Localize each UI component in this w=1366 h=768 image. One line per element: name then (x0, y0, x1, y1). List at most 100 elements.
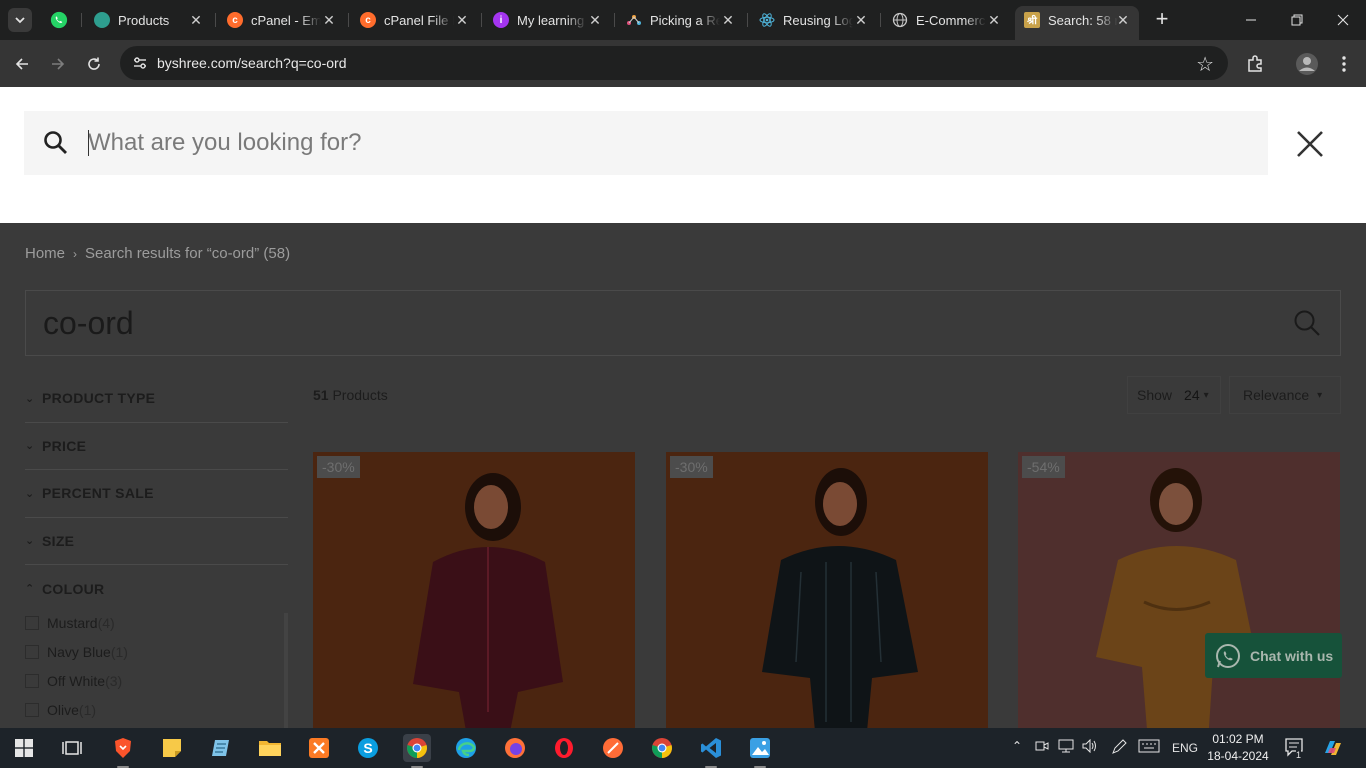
filter-label: COLOUR (42, 580, 105, 597)
minimize-button[interactable] (1228, 0, 1274, 40)
profile-avatar-button[interactable] (1295, 52, 1319, 76)
close-tab-icon[interactable]: ✕ (720, 12, 736, 29)
filter-scrollbar[interactable] (284, 613, 288, 728)
close-tab-icon[interactable]: ✕ (986, 12, 1002, 29)
taskbar-file-explorer[interactable] (256, 734, 284, 762)
colour-option-navy-blue[interactable]: Navy Blue (1) (25, 637, 288, 666)
volume-icon[interactable] (1082, 738, 1098, 756)
chevron-up-icon[interactable]: ⌃ (1012, 739, 1022, 753)
address-bar[interactable]: byshree.com/search?q=co-ord ☆ (120, 46, 1228, 80)
filter-product-type[interactable]: ⌄ PRODUCT TYPE (25, 375, 288, 423)
forward-button[interactable] (44, 50, 72, 78)
keyboard-icon[interactable] (1138, 739, 1160, 756)
close-search-icon[interactable] (1294, 128, 1326, 160)
taskbar-xampp[interactable] (305, 734, 333, 762)
filter-price[interactable]: ⌄ PRICE (25, 423, 288, 470)
tab-search-button[interactable] (8, 8, 32, 32)
react-icon (759, 12, 775, 28)
close-window-button[interactable] (1320, 0, 1366, 40)
chevron-down-icon: ⌄ (25, 440, 35, 453)
tab-search-byshree[interactable]: श्री Search: 58 r ✕ (1015, 6, 1139, 40)
taskbar-edge[interactable] (452, 734, 480, 762)
network-icon[interactable] (1058, 739, 1074, 756)
new-tab-button[interactable]: + (1150, 8, 1174, 32)
language-indicator[interactable]: ENG (1172, 741, 1198, 755)
taskbar-firefox[interactable] (501, 734, 529, 762)
checkbox[interactable] (25, 673, 39, 688)
taskbar-sticky-notes[interactable] (158, 734, 186, 762)
close-tab-icon[interactable]: ✕ (587, 12, 603, 29)
product-image[interactable] (313, 452, 635, 728)
product-image[interactable] (666, 452, 988, 728)
filter-size[interactable]: ⌄ SIZE (25, 518, 288, 565)
close-tab-icon[interactable]: ✕ (188, 12, 204, 29)
results-search-query: co-ord (43, 305, 134, 341)
taskbar-chrome[interactable] (403, 734, 431, 768)
tab-my-learning[interactable]: i My learning ✕ (493, 6, 603, 34)
clock-date: 18-04-2024 (1207, 749, 1269, 763)
product-card[interactable]: -54% (1018, 452, 1340, 728)
filter-sidebar: ⌄ PRODUCT TYPE ⌄ PRICE ⌄ PERCENT SALE ⌄ … (25, 375, 288, 613)
colour-option-mustard[interactable]: Mustard (4) (25, 608, 288, 637)
close-tab-icon[interactable]: ✕ (853, 12, 869, 29)
per-page-select[interactable]: Show 24 ▾ (1127, 376, 1221, 414)
taskbar-vscode[interactable] (697, 734, 725, 768)
avatar (1296, 53, 1318, 75)
tab-whatsapp[interactable] (50, 6, 70, 34)
taskbar-skype[interactable]: S (354, 734, 382, 762)
pen-icon[interactable] (1111, 739, 1127, 758)
reload-button[interactable] (80, 50, 108, 78)
search-icon[interactable] (1292, 308, 1322, 338)
browser-menu-button[interactable] (1332, 52, 1356, 76)
tab-reusing-logic[interactable]: Reusing Log ✕ (759, 6, 869, 34)
search-input[interactable] (88, 123, 1238, 163)
colour-option-off-white[interactable]: Off White (3) (25, 666, 288, 695)
taskbar-notepad[interactable] (207, 734, 235, 762)
back-button[interactable] (8, 50, 36, 78)
restore-icon (1291, 14, 1303, 26)
bookmark-star-icon[interactable]: ☆ (1196, 52, 1214, 77)
chevron-right-icon: › (73, 246, 78, 261)
checkbox[interactable] (25, 644, 39, 659)
taskbar-photos[interactable] (746, 734, 774, 768)
filter-percent-sale[interactable]: ⌄ PERCENT SALE (25, 470, 288, 518)
sort-select[interactable]: Relevance ▾ (1229, 376, 1341, 414)
product-card[interactable]: -30% (313, 452, 635, 728)
tab-picking[interactable]: Picking a Re ✕ (626, 6, 736, 34)
checkbox[interactable] (25, 615, 39, 630)
taskbar-chrome-profile[interactable] (648, 734, 676, 762)
tab-ecommerce[interactable]: E-Commerc ✕ (892, 6, 1002, 34)
tab-products[interactable]: Products ✕ (94, 6, 204, 34)
search-box (24, 111, 1268, 175)
taskbar-postman[interactable] (599, 734, 627, 762)
tab-cpanel-files[interactable]: c cPanel File I ✕ (360, 6, 470, 34)
results-search-field[interactable]: co-ord (25, 290, 1341, 356)
restore-button[interactable] (1274, 0, 1320, 40)
task-view-button[interactable] (58, 734, 86, 762)
checkbox[interactable] (25, 702, 39, 717)
taskbar-opera[interactable] (550, 734, 578, 762)
breadcrumb-home-link[interactable]: Home (25, 245, 65, 262)
close-tab-icon[interactable]: ✕ (321, 12, 337, 29)
clock[interactable]: 01:02 PM 18-04-2024 (1200, 731, 1276, 765)
firefox-icon (505, 738, 525, 758)
taskbar-brave[interactable] (109, 734, 137, 768)
url-text: byshree.com/search?q=co-ord (157, 55, 347, 71)
filter-colour[interactable]: ⌃ COLOUR (25, 565, 288, 613)
search-icon (44, 131, 67, 154)
close-tab-icon[interactable]: ✕ (1115, 12, 1131, 29)
meet-icon[interactable] (1035, 739, 1049, 756)
start-button[interactable] (10, 734, 38, 762)
extensions-button[interactable] (1243, 52, 1267, 76)
colour-option-olive[interactable]: Olive (1) (25, 695, 288, 724)
chat-with-us-button[interactable]: Chat with us (1205, 633, 1342, 678)
copilot-button[interactable] (1322, 737, 1344, 762)
close-tab-icon[interactable]: ✕ (454, 12, 470, 29)
product-card[interactable]: -30% (666, 452, 988, 728)
tab-cpanel-email[interactable]: c cPanel - Em ✕ (227, 6, 337, 34)
site-settings-icon[interactable] (132, 55, 148, 71)
chevron-down-icon: ▾ (1203, 389, 1209, 401)
product-image[interactable] (1018, 452, 1340, 728)
tab-title: cPanel - Em (251, 12, 321, 28)
breadcrumb: Home › Search results for “co-ord” (58) (25, 245, 290, 262)
